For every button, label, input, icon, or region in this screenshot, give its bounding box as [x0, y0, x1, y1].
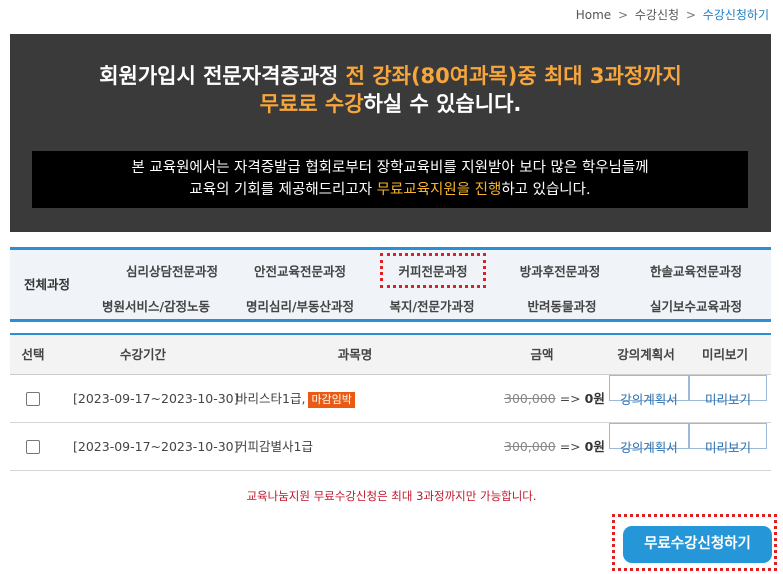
header-subject: 과목명: [337, 347, 373, 362]
banner-title: 회원가입시 전문자격증과정 전 강좌(80여과목)중 최대 3과정까지 무료로 …: [10, 62, 771, 118]
limit-notice: 교육나눔지원 무료수강신청은 최대 3과정까지만 가능합니다.: [246, 489, 537, 503]
breadcrumb-home[interactable]: Home: [576, 8, 611, 22]
category-safety-education[interactable]: 안전교육전문과정: [230, 261, 370, 280]
banner-title-highlight: 무료로 수강: [259, 92, 364, 116]
breadcrumb-separator: >: [617, 8, 629, 22]
row-subject: 바리스타1급, 마감임박: [236, 375, 355, 423]
category-after-school[interactable]: 방과후전문과정: [490, 261, 630, 280]
row-final-price: 0원: [584, 439, 605, 454]
category-nav: 전체과정 심리상담전문과정 안전교육전문과정 커피전문과정 방과후전문과정 한솔…: [10, 247, 771, 322]
category-all[interactable]: 전체과정: [10, 250, 84, 319]
table-row: [2023-09-17~2023-10-30] 커피감별사1급 300,000 …: [10, 423, 771, 471]
banner-title-text: 하실 수 있습니다.: [363, 92, 522, 116]
header-select: 선택: [21, 347, 45, 362]
header-preview: 미리보기: [701, 347, 748, 362]
row-subject-name[interactable]: 커피감별사1급: [236, 439, 313, 454]
preview-button[interactable]: 미리보기: [689, 375, 767, 407]
banner-description: 본 교육원에서는 자격증발급 협회로부터 장학교육비를 지원받아 보다 많은 학…: [32, 151, 748, 208]
row-price-arrow: =>: [559, 391, 581, 406]
header-period: 수강기간: [119, 347, 166, 362]
category-practical-refresher[interactable]: 실기보수교육과정: [626, 296, 766, 315]
course-table: 선택 수강기간 과목명 금액 강의계획서 미리보기 [2023-09-17~20…: [10, 333, 771, 471]
free-apply-button[interactable]: 무료수강신청하기: [623, 526, 772, 563]
breadcrumb: Home > 수강신청 > 수강신청하기: [576, 6, 769, 23]
row-original-price: 300,000: [504, 391, 556, 406]
apply-button-highlight: 무료수강신청하기: [612, 514, 777, 571]
category-companion-animal[interactable]: 반려동물과정: [492, 296, 632, 315]
breadcrumb-separator: >: [685, 8, 696, 22]
category-hospital-service[interactable]: 병원서비스/감정노동: [86, 296, 226, 315]
row-original-price: 300,000: [504, 439, 556, 454]
row-subject: 커피감별사1급: [236, 423, 313, 471]
banner-description-highlight: 무료교육지원을 진행: [376, 182, 502, 198]
row-checkbox[interactable]: [26, 440, 40, 454]
preview-button[interactable]: 미리보기: [689, 423, 767, 455]
category-psych-counseling[interactable]: 심리상담전문과정: [102, 261, 242, 280]
category-myeongri-realestate[interactable]: 명리심리/부동산과정: [230, 296, 370, 315]
breadcrumb-level1[interactable]: 수강신청: [635, 8, 679, 22]
row-price: 300,000 => 0원: [504, 423, 605, 471]
category-welfare-expert[interactable]: 복지/전문가과정: [362, 296, 502, 315]
banner-description-text: 교육의 기회를 제공해드리고자: [189, 182, 377, 198]
banner-title-text: 회원가입시 전문자격증과정: [99, 64, 346, 88]
table-row: [2023-09-17~2023-10-30] 바리스타1급, 마감임박 300,…: [10, 375, 771, 423]
plan-button[interactable]: 강의계획서: [609, 423, 689, 455]
row-price: 300,000 => 0원: [504, 375, 605, 423]
banner-description-line: 본 교육원에서는 자격증발급 협회로부터 장학교육비를 지원받아 보다 많은 학…: [131, 160, 649, 176]
row-period: [2023-09-17~2023-10-30]: [73, 391, 239, 406]
row-price-arrow: =>: [559, 439, 581, 454]
row-period: [2023-09-17~2023-10-30]: [73, 439, 239, 454]
promo-banner: 회원가입시 전문자격증과정 전 강좌(80여과목)중 최대 3과정까지 무료로 …: [10, 34, 771, 232]
header-plan: 강의계획서: [617, 347, 675, 362]
banner-title-highlight: 전 강좌(80여과목)중 최대 3과정까지: [345, 64, 682, 88]
deadline-badge: 마감임박: [308, 391, 355, 408]
table-header: 선택 수강기간 과목명 금액 강의계획서 미리보기: [10, 333, 771, 375]
row-subject-name[interactable]: 바리스타1급,: [236, 391, 305, 406]
category-hansol-education[interactable]: 한솔교육전문과정: [626, 261, 766, 280]
breadcrumb-current[interactable]: 수강신청하기: [703, 8, 769, 22]
category-coffee[interactable]: 커피전문과정: [380, 253, 486, 288]
row-final-price: 0원: [584, 391, 605, 406]
plan-button[interactable]: 강의계획서: [609, 375, 689, 407]
banner-description-text: 하고 있습니다.: [501, 182, 591, 198]
header-price: 금액: [530, 347, 554, 362]
row-checkbox[interactable]: [26, 392, 40, 406]
